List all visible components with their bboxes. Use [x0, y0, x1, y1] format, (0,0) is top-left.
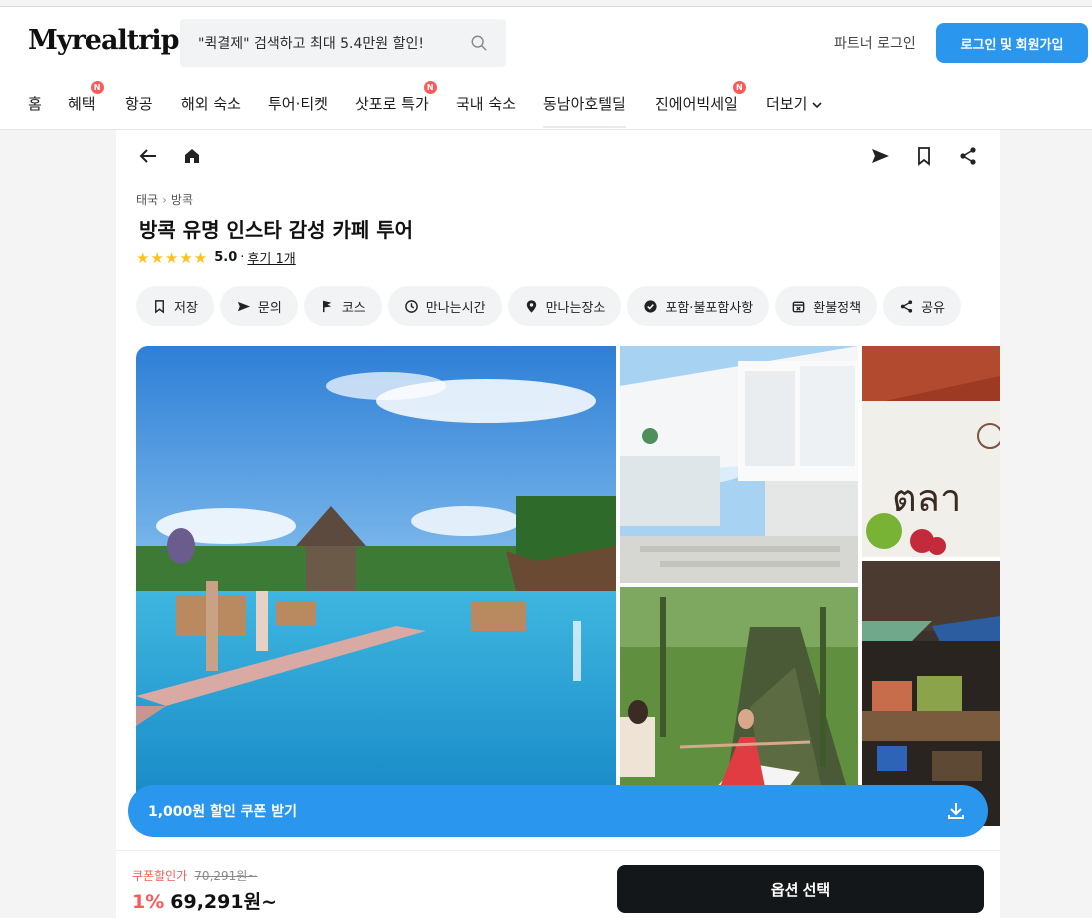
chip-label: 코스 — [341, 300, 366, 316]
meeting-time-chip[interactable]: 만나는시간 — [387, 286, 502, 326]
refund-policy-chip[interactable]: 환불정책 — [775, 286, 878, 326]
save-chip[interactable]: 저장 — [136, 286, 214, 326]
chip-label: 공유 — [921, 300, 946, 316]
new-badge: N — [423, 81, 437, 94]
chip-label: 환불정책 — [813, 300, 862, 316]
inclusions-chip[interactable]: 포함·불포함사항 — [627, 286, 770, 326]
send-icon[interactable] — [868, 144, 892, 168]
nav-item-label: 투어·티켓 — [268, 95, 328, 113]
chip-label: 포함·불포함사항 — [665, 300, 754, 316]
site-header: Myrealtrip "퀵결제" 검색하고 최대 5.4만원 할인! 파트너 로… — [0, 7, 1092, 130]
back-arrow-icon[interactable] — [136, 144, 160, 168]
breadcrumb-item[interactable]: 태국 — [136, 193, 158, 207]
nav-item-domestic-stay[interactable]: 국내 숙소 — [456, 93, 516, 114]
login-signup-button[interactable]: 로그인 및 회원가입 — [936, 23, 1088, 63]
select-option-button[interactable]: 옵션 선택 — [617, 865, 984, 913]
nav-item-more[interactable]: 더보기 — [766, 93, 823, 114]
category-nav: 홈 혜택 N 항공 해외 숙소 투어·티켓 삿포로 특가 N 국내 숙소 동남아호텔… — [0, 81, 1092, 130]
meeting-place-chip[interactable]: 만나는장소 — [507, 286, 622, 326]
nav-item-label: 항공 — [125, 95, 153, 113]
nav-item-label: 삿포로 특가 — [355, 95, 429, 113]
coupon-label: 1,000원 할인 쿠폰 받기 — [148, 804, 298, 820]
nav-item-label: 더보기 — [766, 95, 808, 113]
breadcrumb: 태국 › 방콕 — [136, 191, 193, 208]
clock-icon — [404, 299, 418, 313]
rating-summary: ★★★★★ 5.0 · 후기 1개 — [136, 248, 296, 268]
price-box: 쿠폰할인가 70,291원~ 1% 69,291원~ — [132, 865, 277, 914]
myrealtrip-logo[interactable]: Myrealtrip — [28, 25, 180, 56]
search-placeholder[interactable]: "퀵결제" 검색하고 최대 5.4만원 할인! — [198, 33, 470, 53]
product-title: 방콕 유명 인스타 감성 카페 투어 — [139, 218, 414, 242]
nav-item-label: 해외 숙소 — [181, 95, 241, 113]
chip-label: 저장 — [174, 300, 198, 316]
bookmark-icon — [155, 299, 164, 314]
product-detail: 태국 › 방콕 방콕 유명 인스타 감성 카페 투어 ★★★★★ 5.0 · 후기 … — [116, 130, 1000, 918]
discount-rate: 1% — [132, 891, 165, 913]
coupon-price-label: 쿠폰할인가 — [132, 869, 188, 883]
share-icon[interactable] — [956, 144, 980, 168]
calendar-icon — [792, 301, 805, 312]
nav-item-label: 홈 — [28, 95, 42, 113]
new-badge: N — [90, 81, 104, 94]
check-circle-icon — [644, 299, 657, 313]
nav-item-label: 혜택 — [68, 95, 96, 113]
send-icon — [237, 301, 250, 311]
flag-icon — [322, 300, 332, 312]
nav-item-sapporo-deal[interactable]: 삿포로 특가 N — [355, 81, 437, 114]
nav-item-benefits[interactable]: 혜택 N — [68, 81, 104, 114]
share-icon — [900, 299, 913, 313]
quick-actions: 저장 문의 코스 만나는시간 만나는장소 포함·불포함사항 환불정책 공유 — [136, 286, 962, 326]
nav-item-label: 국내 숙소 — [456, 95, 516, 113]
bookmark-icon[interactable] — [912, 144, 936, 168]
chevron-down-icon — [812, 101, 822, 108]
final-price: 69,291원~ — [170, 891, 277, 913]
inquiry-chip[interactable]: 문의 — [219, 286, 298, 326]
nav-item-jinair-sale[interactable]: 진에어빅세일 N — [655, 81, 746, 114]
breadcrumb-separator: › — [162, 193, 167, 207]
chip-label: 문의 — [257, 300, 282, 316]
chip-label: 만나는장소 — [545, 300, 606, 316]
location-pin-icon — [526, 299, 536, 313]
search-icon[interactable] — [470, 34, 488, 52]
rating-score: 5.0 — [214, 250, 238, 265]
nav-item-sea-hotel-deal[interactable]: 동남아호텔딜 — [543, 93, 626, 128]
nav-item-overseas-stay[interactable]: 해외 숙소 — [181, 93, 241, 114]
new-badge: N — [732, 81, 746, 94]
star-rating-icons: ★★★★★ — [136, 248, 209, 267]
photo-gallery: ตลา — [136, 346, 1000, 826]
chip-label: 만나는시간 — [425, 300, 486, 316]
share-chip[interactable]: 공유 — [883, 286, 962, 326]
nav-item-flights[interactable]: 항공 — [125, 93, 153, 114]
main-photo-lake-cafe[interactable] — [136, 346, 616, 826]
svg-text:ตลา: ตลา — [892, 476, 961, 520]
partner-login-link[interactable]: 파트너 로그인 — [834, 33, 916, 53]
download-icon — [948, 803, 964, 819]
nav-item-label: 동남아호텔딜 — [543, 95, 626, 113]
breadcrumb-item[interactable]: 방콕 — [171, 193, 193, 207]
home-icon[interactable] — [180, 144, 204, 168]
photo-market-sign[interactable]: ตลา — [862, 346, 1000, 557]
nav-item-label: 진에어빅세일 — [655, 95, 738, 113]
purchase-bar: 쿠폰할인가 70,291원~ 1% 69,291원~ 옵션 선택 — [116, 850, 1000, 918]
coupon-download-button[interactable]: 1,000원 할인 쿠폰 받기 — [128, 785, 988, 837]
search-bar[interactable]: "퀵결제" 검색하고 최대 5.4만원 할인! — [180, 19, 506, 67]
nav-item-tours-tickets[interactable]: 투어·티켓 — [268, 93, 328, 114]
photo-white-cafe-building[interactable] — [620, 346, 858, 583]
rating-separator: · — [240, 250, 245, 265]
course-chip[interactable]: 코스 — [303, 286, 382, 326]
nav-item-home[interactable]: 홈 — [28, 93, 42, 114]
review-count-link[interactable]: 후기 1개 — [247, 248, 295, 267]
original-price: 70,291원~ — [194, 869, 258, 883]
